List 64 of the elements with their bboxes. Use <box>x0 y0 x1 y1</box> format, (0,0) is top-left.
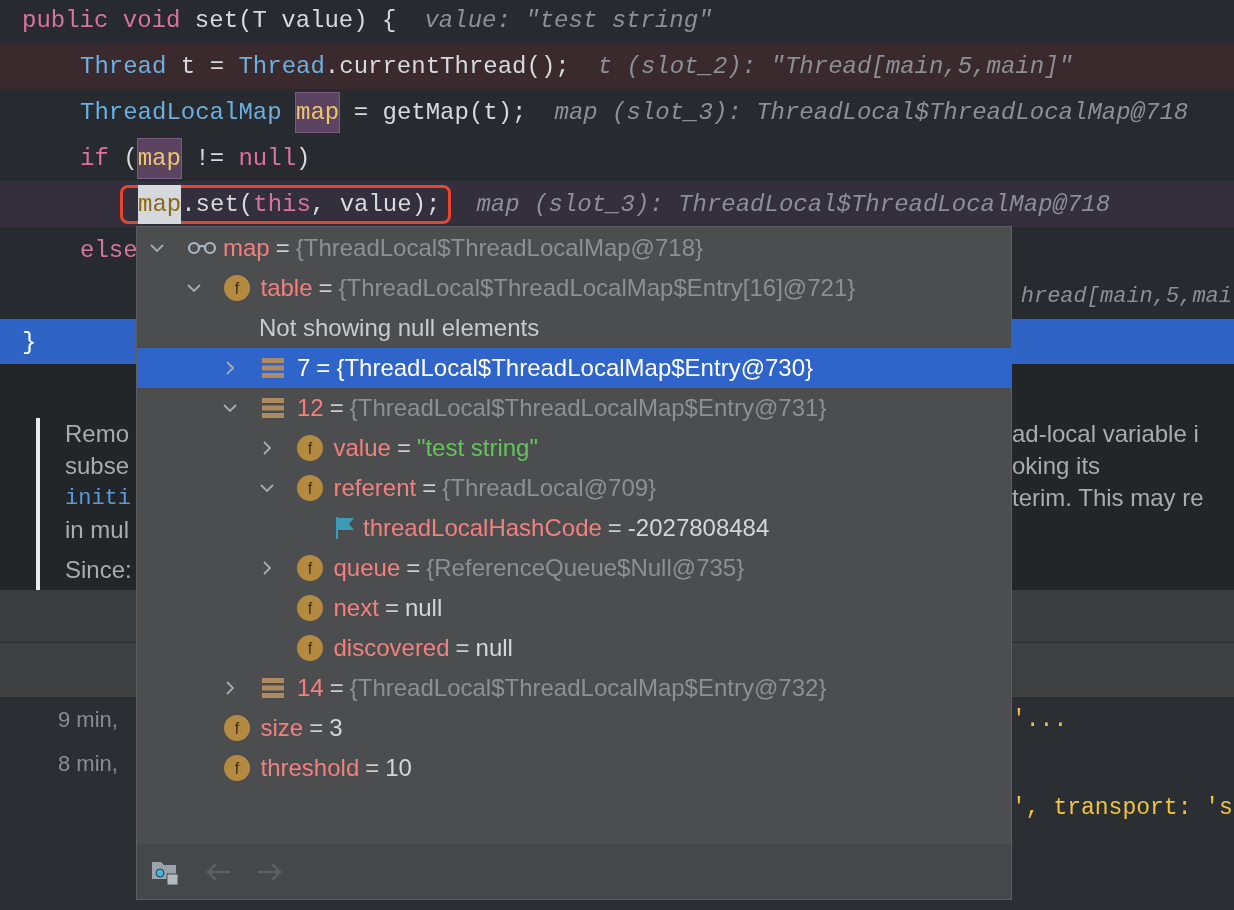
field-icon: f <box>223 275 250 301</box>
tree-note: Not showing null elements <box>259 314 540 342</box>
array-element-icon <box>262 398 284 418</box>
variable-entry: table = {ThreadLocal$ThreadLocalMap$Entry[16]@721} <box>260 274 856 302</box>
console-output: ', transport: 's <box>1012 795 1234 821</box>
code-line: ThreadLocalMap map = getMap(t); <box>77 92 530 132</box>
inline-value-hint: hread[main,5,mai <box>1020 283 1232 309</box>
code-line: public void set(T value) { <box>21 5 398 36</box>
elapsed-time: 8 min, <box>58 751 118 776</box>
tree-row[interactable]: 7 = {ThreadLocal$ThreadLocalMap$Entry@730} <box>137 348 1011 388</box>
field-icon: f <box>296 555 323 581</box>
field-icon: f <box>296 595 323 621</box>
tree-row[interactable]: f table = {ThreadLocal$ThreadLocalMap$Entry[16]@721} <box>137 268 1011 308</box>
glasses-icon <box>187 240 217 256</box>
variable-entry: 7 = {ThreadLocal$ThreadLocalMap$Entry@730} <box>297 354 814 382</box>
field-icon: f <box>296 435 323 461</box>
variable-entry: map = {ThreadLocal$ThreadLocalMap@718} <box>223 234 703 262</box>
doc-text: Since: <box>65 556 132 583</box>
tree-row[interactable]: Not showing null elements <box>137 308 1011 348</box>
field-icon: f <box>296 635 323 661</box>
inline-value-hint: map (slot_3): ThreadLocal$ThreadLocalMap@718 <box>476 190 1111 218</box>
code-line: else <box>79 235 139 266</box>
inline-value-hint: map (slot_3): ThreadLocal$ThreadLocalMap@718 <box>554 98 1189 126</box>
code-line: Thread t = Thread.currentThread(); <box>79 51 571 82</box>
field-icon: f <box>223 715 250 741</box>
variable-entry: 14 = {ThreadLocal$ThreadLocalMap$Entry@732} <box>297 674 827 702</box>
tree-row[interactable]: f referent = {ThreadLocal@709} <box>137 468 1011 508</box>
console-output: '... <box>1012 707 1069 733</box>
variable-entry: next = null <box>333 594 443 622</box>
code-link[interactable]: initi <box>65 485 131 511</box>
tree-row[interactable]: threadLocalHashCode = -2027808484 <box>137 508 1011 548</box>
elapsed-time: 9 min, <box>58 707 118 732</box>
tree-row[interactable]: 14 = {ThreadLocal$ThreadLocalMap$Entry@732} <box>137 668 1011 708</box>
tree-row[interactable]: f queue = {ReferenceQueue$Null@735} <box>137 548 1011 588</box>
doc-text: ad-local variable i <box>1012 420 1200 448</box>
flag-icon <box>335 517 355 539</box>
doc-text: subse <box>65 452 130 479</box>
field-icon: f <box>223 755 250 781</box>
tree-row[interactable]: f value = "test string" <box>137 428 1011 468</box>
doc-text: Remo <box>65 420 130 447</box>
doc-text: in mul <box>65 516 130 543</box>
inline-value-hint: t (slot_2): "Thread[main,5,main]" <box>597 52 1073 80</box>
variable-entry: threshold = 10 <box>260 754 412 782</box>
tree-row[interactable]: f next = null <box>137 588 1011 628</box>
tree-row[interactable]: f size = 3 <box>137 708 1011 748</box>
tree-row[interactable]: f threshold = 10 <box>137 748 1011 788</box>
array-element-icon <box>262 358 284 378</box>
field-icon: f <box>296 475 323 501</box>
tree-row[interactable]: f discovered = null <box>137 628 1011 668</box>
tree-row[interactable]: map = {ThreadLocal$ThreadLocalMap@718} <box>137 228 1011 268</box>
variable-entry: 12 = {ThreadLocal$ThreadLocalMap$Entry@731} <box>297 394 827 422</box>
variable-entry: queue = {ReferenceQueue$Null@735} <box>333 554 745 582</box>
inline-value-hint: value: "test string" <box>424 6 713 34</box>
doc-text: terim. This may re <box>1012 484 1204 512</box>
array-element-icon <box>262 678 284 698</box>
variable-entry: discovered = null <box>333 634 513 662</box>
variable-entry: referent = {ThreadLocal@709} <box>333 474 657 502</box>
doc-text: oking its <box>1012 452 1102 480</box>
variable-entry: size = 3 <box>260 714 343 742</box>
tree-row[interactable]: 12 = {ThreadLocal$ThreadLocalMap$Entry@731} <box>137 388 1011 428</box>
variable-entry: threadLocalHashCode = -2027808484 <box>363 514 770 542</box>
code-line: if (map != null) <box>77 138 314 178</box>
code-line: } <box>21 327 38 358</box>
variable-entry: value = "test string" <box>333 434 538 462</box>
